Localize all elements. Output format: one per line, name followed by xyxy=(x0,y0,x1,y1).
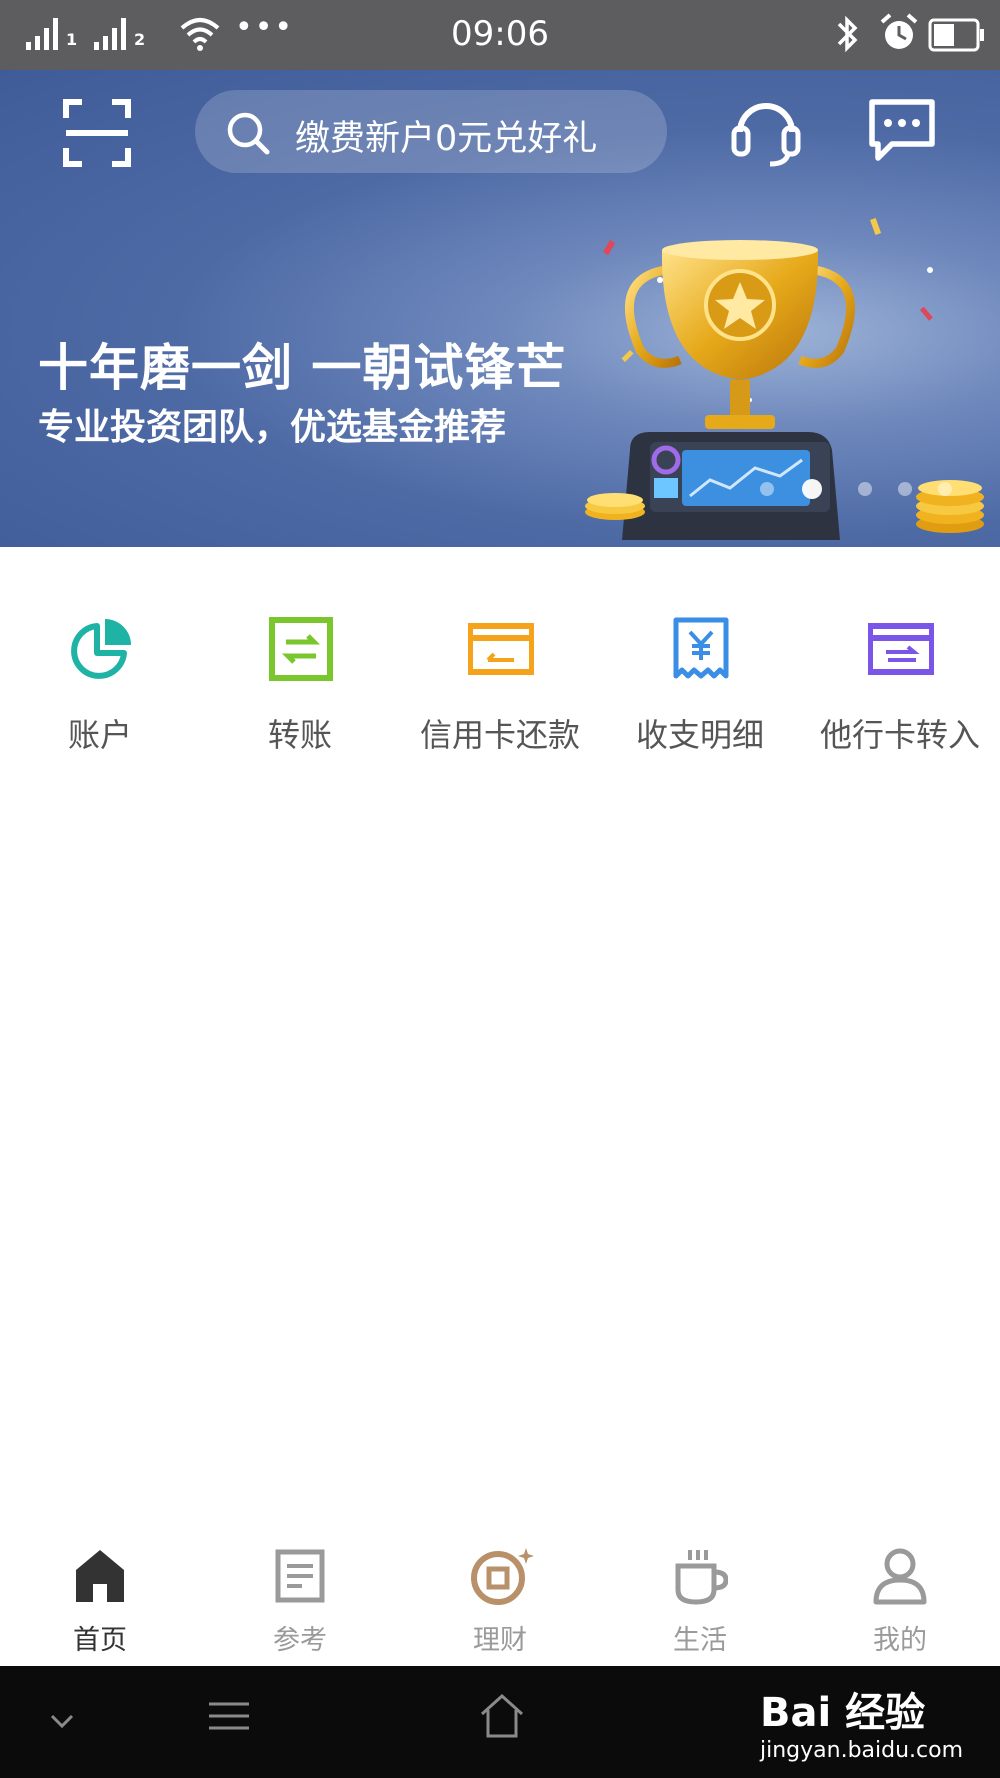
quick-action-label: 转账 xyxy=(267,716,332,754)
receipt-yuan-icon xyxy=(673,617,729,679)
tab-life[interactable]: 生活 xyxy=(600,1526,800,1666)
headset-icon[interactable] xyxy=(730,92,802,168)
quick-action-credit-card-repay[interactable]: 信用卡还款 xyxy=(400,600,600,760)
chevron-down-icon[interactable] xyxy=(48,1710,76,1734)
document-icon xyxy=(275,1549,325,1603)
search-bar[interactable]: 缴费新户0元兑好礼 xyxy=(195,90,667,173)
home-icon xyxy=(76,1550,124,1602)
screen: 1 2 ••• 09:06 缴费新户0元兑好礼 十年磨一剑 一朝试锋芒 专业投资… xyxy=(0,0,1000,1778)
status-bar: 1 2 ••• 09:06 xyxy=(0,0,1000,70)
carousel-dot[interactable] xyxy=(858,482,872,496)
person-icon xyxy=(873,1548,927,1605)
battery-icon xyxy=(928,18,984,52)
tab-label: 理财 xyxy=(473,1625,527,1656)
quick-action-transaction-details[interactable]: 收支明细 xyxy=(600,600,800,760)
tab-mine[interactable]: 我的 xyxy=(800,1526,1000,1666)
carousel-dot[interactable] xyxy=(898,482,912,496)
carousel-dot-active[interactable] xyxy=(802,479,822,499)
card-transfer-in-icon xyxy=(868,623,934,675)
quick-actions: 账户 转账 信用卡还款 收支明细 他行卡转入 xyxy=(0,600,1000,760)
search-icon xyxy=(227,112,270,155)
bluetooth-icon xyxy=(837,15,858,53)
quick-action-label: 账户 xyxy=(67,716,132,754)
tab-home[interactable]: 首页 xyxy=(0,1526,200,1666)
alarm-icon xyxy=(880,13,918,49)
tab-label: 生活 xyxy=(673,1625,727,1656)
quick-action-label: 收支明细 xyxy=(635,716,764,754)
search-placeholder: 缴费新户0元兑好礼 xyxy=(295,119,598,159)
coin-icon xyxy=(471,1548,534,1605)
tab-label: 我的 xyxy=(873,1625,927,1656)
watermark-logo: Bai 经验 xyxy=(760,1690,926,1736)
baidu-jingyan-watermark: Bai 经验 jingyan.baidu.com xyxy=(760,1680,963,1763)
quick-action-other-bank-transfer-in[interactable]: 他行卡转入 xyxy=(800,600,1000,760)
banner-subline: 专业投资团队，优选基金推荐 xyxy=(38,407,507,448)
promo-banner[interactable]: 缴费新户0元兑好礼 十年磨一剑 一朝试锋芒 专业投资团队，优选基金推荐 xyxy=(0,70,1000,547)
pie-chart-icon xyxy=(71,619,131,679)
quick-action-transfer[interactable]: 转账 xyxy=(200,600,400,760)
scan-icon[interactable] xyxy=(62,98,132,168)
tab-label: 参考 xyxy=(273,1625,327,1656)
credit-card-icon xyxy=(468,623,534,675)
quick-action-label: 信用卡还款 xyxy=(419,716,580,754)
tab-reference[interactable]: 参考 xyxy=(200,1526,400,1666)
bottom-tab-bar: 首页 参考 理财 生活 我的 xyxy=(0,1526,1000,1666)
tab-wealth[interactable]: 理财 xyxy=(400,1526,600,1666)
coffee-cup-icon xyxy=(675,1550,728,1605)
message-icon[interactable] xyxy=(868,98,936,162)
menu-icon[interactable] xyxy=(205,1696,253,1736)
system-nav-bar: Bai 经验 jingyan.baidu.com xyxy=(0,1666,1000,1778)
carousel-dot[interactable] xyxy=(938,482,952,496)
quick-action-account[interactable]: 账户 xyxy=(0,600,200,760)
carousel-indicator[interactable] xyxy=(760,478,960,499)
watermark-url: jingyan.baidu.com xyxy=(760,1738,964,1763)
carousel-dot[interactable] xyxy=(760,482,774,496)
transfer-icon xyxy=(269,617,333,681)
tab-label: 首页 xyxy=(73,1625,127,1656)
banner-headline: 十年磨一剑 一朝试锋芒 xyxy=(38,339,567,397)
home-nav-icon[interactable] xyxy=(478,1692,526,1740)
quick-action-label: 他行卡转入 xyxy=(819,716,980,754)
